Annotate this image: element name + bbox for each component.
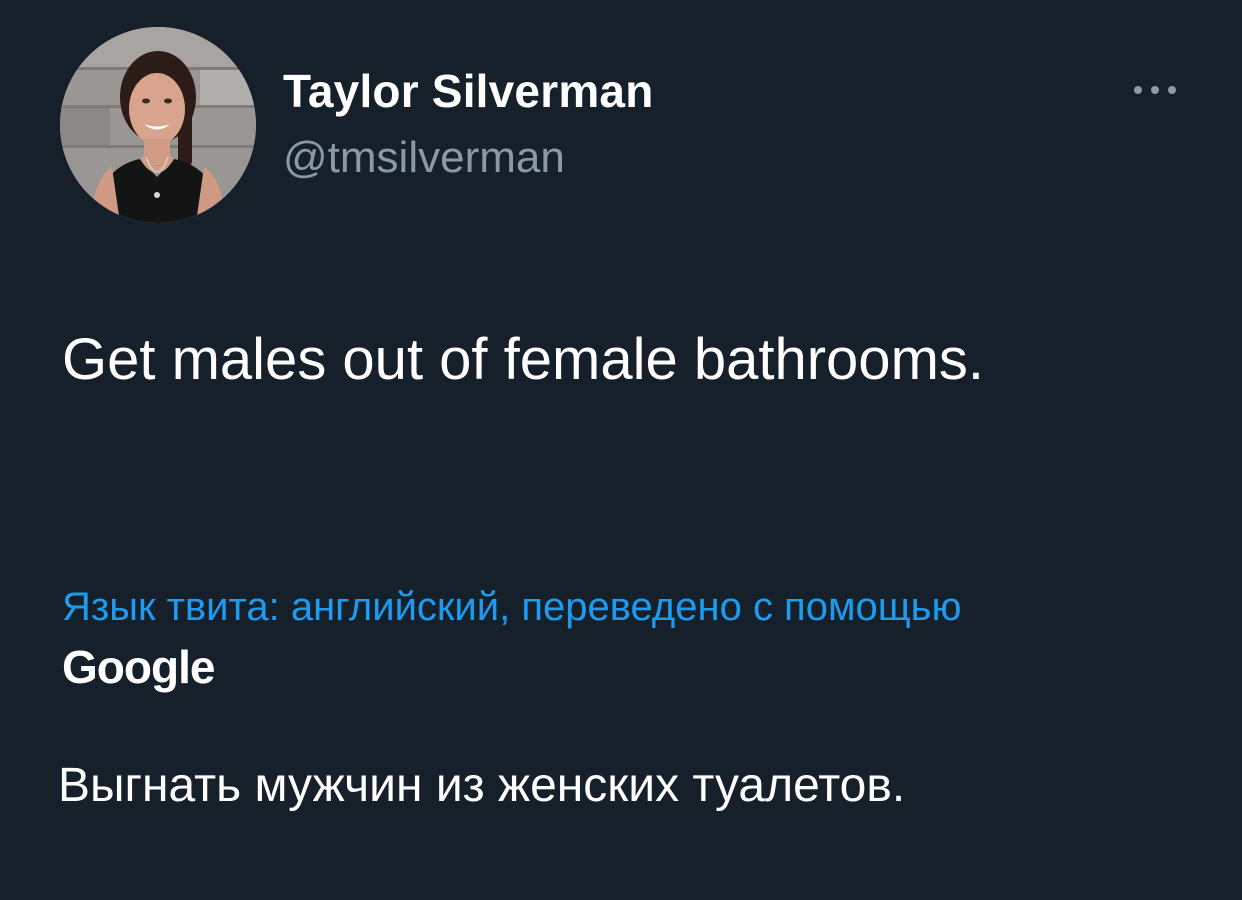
author-display-name[interactable]: Taylor Silverman (283, 64, 654, 118)
tweet-text: Get males out of female bathrooms. (62, 327, 984, 392)
avatar-photo (60, 27, 256, 223)
translation-note-link[interactable]: Язык твита: английский, переведено с пом… (62, 584, 1177, 630)
author-handle[interactable]: @tmsilverman (283, 133, 565, 183)
more-horizontal-icon[interactable] (1130, 80, 1180, 100)
tweet-card: Taylor Silverman @tmsilverman Get males … (0, 0, 1242, 900)
avatar[interactable] (60, 27, 256, 223)
translated-tweet-text: Выгнать мужчин из женских туалетов. (58, 759, 906, 812)
google-logo: Google (62, 641, 215, 693)
